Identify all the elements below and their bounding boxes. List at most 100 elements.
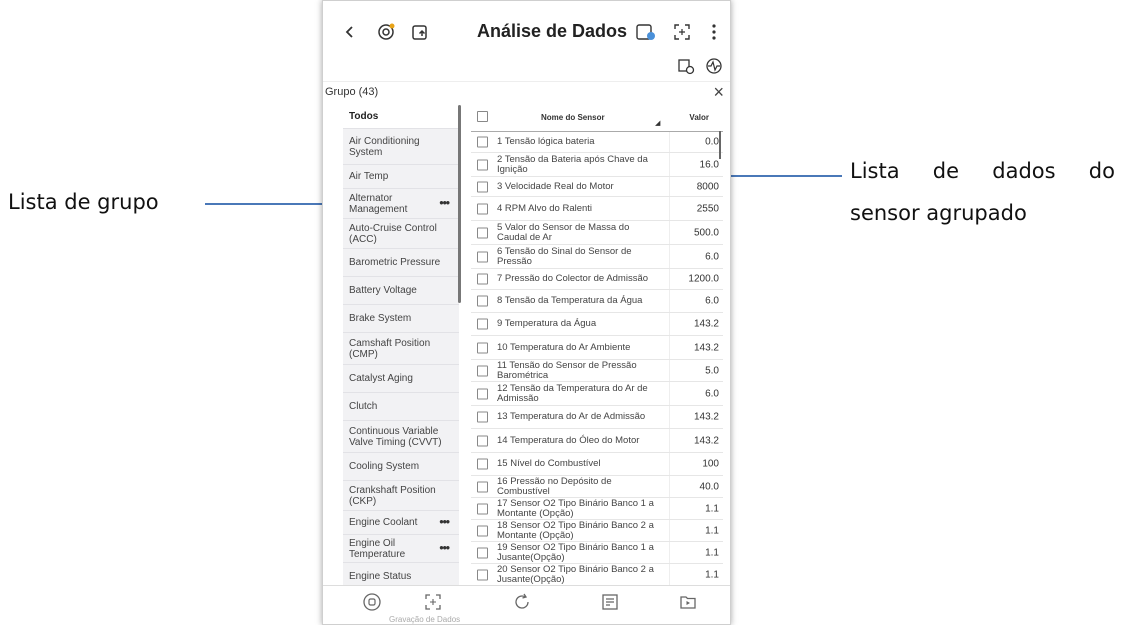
group-item[interactable]: Air Conditioning System: [343, 129, 459, 165]
car-settings-icon: [678, 59, 695, 75]
row-checkbox[interactable]: [477, 458, 488, 470]
sensor-value: 100: [702, 458, 719, 470]
group-item[interactable]: Engine Coolant •••: [343, 511, 459, 535]
table-row[interactable]: 16 Pressão no Depósito de Combustível 40.…: [471, 476, 723, 498]
report-button[interactable]: [595, 590, 625, 614]
row-checkbox[interactable]: [477, 251, 488, 262]
group-item[interactable]: Alternator Management •••: [343, 189, 459, 219]
sensor-value: 8000: [696, 181, 719, 192]
table-row[interactable]: 9 Temperatura da Água 143.2: [471, 313, 723, 336]
row-checkbox[interactable]: [477, 273, 488, 285]
column-divider: [669, 197, 670, 220]
bottom-toolbar: Gravação de Dados: [323, 585, 730, 624]
row-checkbox[interactable]: [477, 569, 488, 580]
row-checkbox[interactable]: [477, 481, 488, 492]
table-row[interactable]: 6 Tensão do Sinal do Sensor de Pressão 6.…: [471, 245, 723, 269]
more-horizontal-icon[interactable]: •••: [439, 196, 450, 208]
table-row[interactable]: 2 Tensão da Bateria após Chave da Igniçã…: [471, 153, 723, 177]
group-item[interactable]: Todos: [343, 105, 459, 129]
sensor-name: 8 Tensão da Temperatura da Água: [497, 295, 643, 306]
column-divider: [669, 476, 670, 497]
table-row[interactable]: 8 Tensão da Temperatura da Água 6.0: [471, 290, 723, 313]
group-item[interactable]: Catalyst Aging: [343, 365, 459, 393]
export-button[interactable]: [407, 19, 433, 45]
back-button[interactable]: [337, 19, 363, 45]
table-row[interactable]: 19 Sensor O2 Tipo Binário Banco 1 a Jusa…: [471, 542, 723, 564]
table-row[interactable]: 13 Temperatura do Ar de Admissão 143.2: [471, 406, 723, 429]
more-horizontal-icon[interactable]: •••: [439, 515, 450, 527]
fullscreen-button[interactable]: [669, 19, 695, 45]
row-checkbox[interactable]: [477, 227, 488, 238]
close-icon[interactable]: ×: [713, 82, 724, 103]
group-item[interactable]: Clutch: [343, 393, 459, 421]
group-item-label: Alternator Management: [349, 192, 408, 215]
sort-indicator-icon[interactable]: ◢: [655, 119, 660, 127]
refresh-button[interactable]: [507, 590, 537, 614]
table-row[interactable]: 12 Tensão da Temperatura do Ar de Admiss…: [471, 382, 723, 406]
row-checkbox[interactable]: [477, 342, 488, 353]
home-button[interactable]: [357, 590, 387, 614]
group-item[interactable]: Crankshaft Position (CKP): [343, 481, 459, 511]
group-item[interactable]: Camshaft Position (CMP): [343, 333, 459, 365]
group-header: Grupo (43) ×: [323, 81, 730, 104]
sensor-name: 12 Tensão da Temperatura do Ar de Admiss…: [497, 382, 648, 404]
table-row[interactable]: 10 Temperatura do Ar Ambiente 143.2: [471, 336, 723, 360]
sensor-name: 2 Tensão da Bateria após Chave da Igniçã…: [497, 153, 648, 175]
more-options-button[interactable]: [701, 19, 727, 45]
row-checkbox[interactable]: [477, 136, 488, 148]
more-horizontal-icon[interactable]: •••: [439, 541, 450, 553]
sensor-name: 4 RPM Alvo do Ralenti: [497, 202, 593, 214]
waveform-button[interactable]: [701, 53, 727, 79]
group-item[interactable]: Auto-Cruise Control (ACC): [343, 219, 459, 249]
table-row[interactable]: 18 Sensor O2 Tipo Binário Banco 2 a Mont…: [471, 520, 723, 542]
row-checkbox[interactable]: [477, 388, 488, 399]
table-row[interactable]: 7 Pressão do Colector de Admissão 1200.0: [471, 269, 723, 290]
car-settings-button[interactable]: [673, 53, 699, 79]
table-row[interactable]: 15 Nível do Combustível 100: [471, 453, 723, 476]
table-row[interactable]: 4 RPM Alvo do Ralenti 2550: [471, 197, 723, 221]
vehicle-scan-button[interactable]: [373, 19, 399, 45]
table-row[interactable]: 20 Sensor O2 Tipo Binário Banco 2 a Jusa…: [471, 564, 723, 585]
folder-play-button[interactable]: [673, 590, 703, 614]
group-list[interactable]: Todos Air Conditioning System Air Temp Alte…: [343, 105, 459, 585]
row-checkbox[interactable]: [477, 503, 488, 514]
table-row[interactable]: 3 Velocidade Real do Motor 8000: [471, 177, 723, 197]
table-row[interactable]: 11 Tensão do Sensor de Pressão Barométri…: [471, 360, 723, 382]
row-checkbox[interactable]: [477, 318, 488, 330]
table-row[interactable]: 5 Valor do Sensor de Massa do Caudal de …: [471, 221, 723, 245]
row-checkbox[interactable]: [477, 547, 488, 558]
row-checkbox[interactable]: [477, 159, 488, 170]
group-item[interactable]: Barometric Pressure: [343, 249, 459, 277]
fullscreen-bottom-button[interactable]: [418, 590, 448, 614]
record-button[interactable]: [633, 19, 659, 45]
table-row[interactable]: 14 Temperatura do Óleo do Motor 143.2: [471, 429, 723, 453]
row-checkbox[interactable]: [477, 295, 488, 307]
row-checkbox[interactable]: [477, 203, 488, 214]
chevron-left-icon: [345, 26, 353, 38]
select-all-checkbox[interactable]: [477, 111, 488, 122]
group-item[interactable]: Air Temp: [343, 165, 459, 189]
group-item[interactable]: Cooling System: [343, 453, 459, 481]
group-item[interactable]: Engine Oil Temperature •••: [343, 535, 459, 563]
row-checkbox[interactable]: [477, 411, 488, 423]
group-item[interactable]: Brake System: [343, 305, 459, 333]
top-app-bar: Análise de Dados: [323, 11, 730, 51]
table-row[interactable]: 17 Sensor O2 Tipo Binário Banco 1 a Mont…: [471, 498, 723, 520]
column-header-name[interactable]: Nome do Sensor: [541, 113, 605, 122]
group-list-scrollbar[interactable]: [458, 105, 461, 303]
group-item[interactable]: Engine Status: [343, 563, 459, 585]
page-title: Análise de Dados: [477, 21, 628, 41]
group-item[interactable]: Battery Voltage: [343, 277, 459, 305]
sensor-name: 14 Temperatura do Óleo do Motor: [497, 434, 640, 446]
sensor-value: 1.1: [705, 503, 719, 514]
group-item[interactable]: Continuous Variable Valve Timing (CVVT): [343, 421, 459, 453]
row-checkbox[interactable]: [477, 181, 488, 192]
column-divider: [669, 153, 670, 176]
row-checkbox[interactable]: [477, 525, 488, 536]
table-scrollbar[interactable]: [719, 131, 721, 159]
sensor-value: 2550: [696, 203, 719, 214]
table-row[interactable]: 1 Tensão lógica bateria 0.0: [471, 132, 723, 153]
export-icon: [412, 25, 427, 40]
row-checkbox[interactable]: [477, 365, 488, 376]
row-checkbox[interactable]: [477, 435, 488, 446]
